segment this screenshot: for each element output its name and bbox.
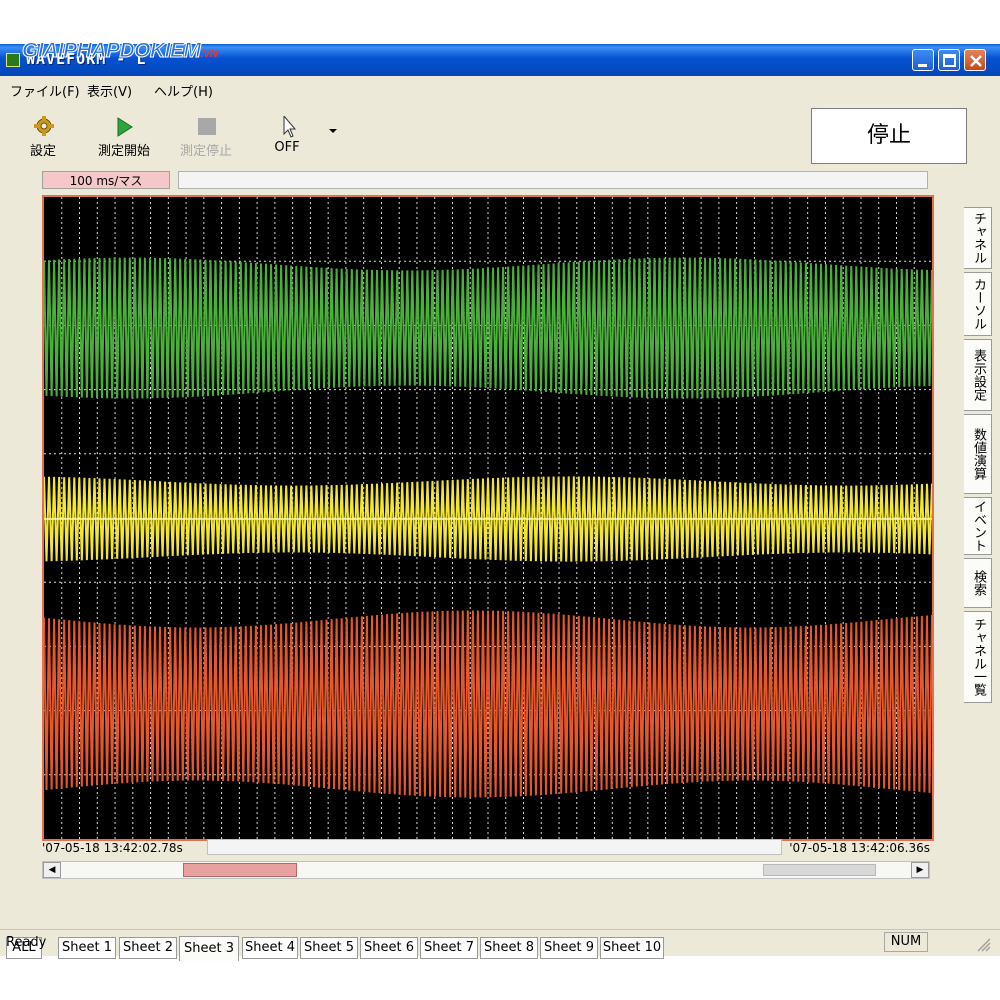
time-axis-row: '07-05-18 13:42:02.78s '07-05-18 13:42:0… <box>42 839 930 857</box>
sidetab-math[interactable]: 数値演算 <box>964 414 992 494</box>
sidetab-event[interactable]: イベント <box>964 497 992 555</box>
sidetab-display-settings[interactable]: 表示設定 <box>964 339 992 411</box>
watermark-logo: GIAIPHAPDOKIEM.VN <box>22 39 218 63</box>
sidetab-cursor[interactable]: カーソル <box>964 272 992 336</box>
menu-help[interactable]: ヘルプ(H) <box>154 81 213 100</box>
info-strip <box>178 171 928 189</box>
sidetab-search[interactable]: 検索 <box>964 558 992 608</box>
timebase-label: 100 ms/マス <box>42 171 170 189</box>
toolbar: 設定 測定開始 測定停止 OFF <box>0 102 810 164</box>
app-window: WAVEFORM - L GIAIPHAPDOKIEM.VN ファイル(F) 表… <box>0 39 1000 961</box>
scroll-range-indicator <box>763 864 876 876</box>
minimize-icon <box>918 64 927 67</box>
resize-grip-icon[interactable] <box>975 936 991 952</box>
stop-icon <box>198 118 216 135</box>
start-measure-label: 測定開始 <box>97 144 150 159</box>
waveform-display[interactable] <box>42 195 934 841</box>
maximize-icon <box>943 54 956 67</box>
menu-view[interactable]: 表示(V) <box>87 81 132 100</box>
start-measure-button[interactable]: 測定開始 <box>89 102 159 164</box>
settings-button[interactable]: 設定 <box>8 102 78 164</box>
scroll-right-button[interactable]: ▶ <box>911 862 929 878</box>
minimize-button[interactable] <box>912 49 934 71</box>
horizontal-scrollbar[interactable]: ◀ ▶ <box>42 861 930 879</box>
chevron-down-icon <box>329 129 337 133</box>
menu-bar: ファイル(F) 表示(V) ヘルプ(H) <box>0 77 1000 101</box>
side-tabs: チャネル カーソル 表示設定 数値演算 イベント 検索 チャネル一覧 <box>962 207 994 932</box>
watermark-text: GIAIPHAPDOKIEM <box>22 39 202 63</box>
app-icon <box>6 53 20 67</box>
sidetab-channel[interactable]: チャネル <box>964 207 992 269</box>
play-icon <box>117 117 133 137</box>
channel3-trace <box>43 610 933 798</box>
end-timestamp: '07-05-18 13:42:06.36s <box>789 841 930 855</box>
close-button[interactable] <box>964 49 986 71</box>
watermark-suffix: .VN <box>200 48 218 60</box>
settings-label: 設定 <box>29 144 56 159</box>
num-lock-indicator: NUM <box>884 932 928 952</box>
waveform-panel: 100 ms/マス '07-05-18 13:42:02.78s '07-05-… <box>6 165 961 923</box>
measurement-status-display: 停止 <box>811 108 967 164</box>
time-axis-bar <box>207 839 782 855</box>
cursor-arrow-icon <box>283 116 297 138</box>
sidetab-channel-list[interactable]: チャネル一覧 <box>964 611 992 703</box>
menu-file[interactable]: ファイル(F) <box>10 81 80 100</box>
close-icon <box>970 55 982 67</box>
cursor-mode-label: OFF <box>274 140 300 155</box>
status-bar: Ready NUM <box>0 929 1000 957</box>
stop-measure-label: 測定停止 <box>179 144 232 159</box>
stop-measure-button[interactable]: 測定停止 <box>171 102 241 164</box>
start-timestamp: '07-05-18 13:42:02.78s <box>42 841 183 855</box>
maximize-button[interactable] <box>938 49 960 71</box>
title-bar[interactable]: WAVEFORM - L GIAIPHAPDOKIEM.VN <box>0 39 1000 76</box>
scroll-thumb[interactable] <box>183 863 297 877</box>
cursor-mode-button[interactable]: OFF <box>252 102 322 164</box>
waveform-canvas <box>43 197 933 839</box>
status-text: Ready <box>6 935 47 950</box>
gear-icon <box>34 116 54 136</box>
cursor-dropdown-button[interactable] <box>328 120 338 139</box>
scroll-left-button[interactable]: ◀ <box>43 862 61 878</box>
